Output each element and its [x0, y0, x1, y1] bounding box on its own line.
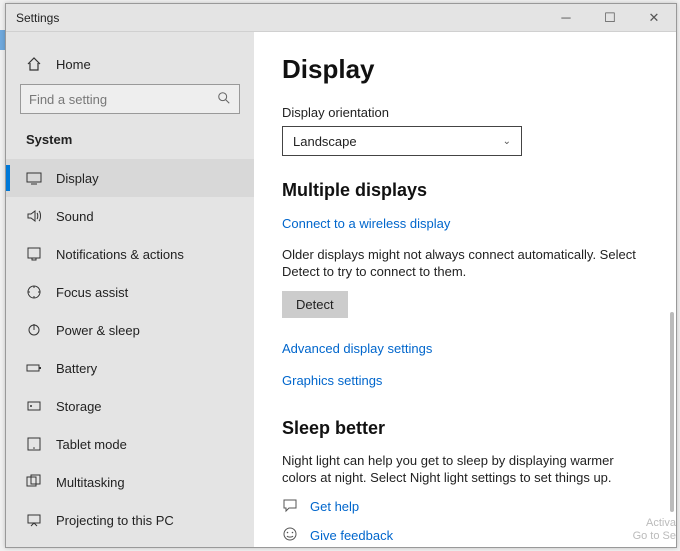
sleep-better-heading: Sleep better [282, 418, 648, 439]
older-displays-text: Older displays might not always connect … [282, 247, 642, 281]
search-icon [217, 91, 231, 108]
get-help-link[interactable]: Get help [282, 497, 648, 516]
nav-label: Display [56, 171, 99, 186]
scrollbar[interactable] [670, 312, 674, 512]
nav-label: Notifications & actions [56, 247, 184, 262]
sidebar-item-notifications[interactable]: Notifications & actions [6, 235, 254, 273]
orientation-value: Landscape [293, 134, 357, 149]
sound-icon [26, 208, 42, 224]
detect-button[interactable]: Detect [282, 291, 348, 318]
maximize-button[interactable]: ☐ [588, 4, 632, 32]
chevron-down-icon: ⌄ [503, 136, 511, 147]
nav-label: Projecting to this PC [56, 513, 174, 528]
home-icon [26, 56, 42, 72]
home-button[interactable]: Home [6, 50, 254, 84]
notifications-icon [26, 246, 42, 262]
power-icon [26, 322, 42, 338]
nav-list: Display Sound Notifications & actions Fo… [6, 159, 254, 547]
sleep-better-text: Night light can help you get to sleep by… [282, 453, 642, 487]
window-title: Settings [16, 11, 59, 25]
orientation-label: Display orientation [282, 105, 648, 120]
close-button[interactable]: ✕ [632, 4, 676, 32]
help-icon [282, 497, 300, 516]
sidebar-item-multitasking[interactable]: Multitasking [6, 463, 254, 501]
sidebar-item-tablet[interactable]: Tablet mode [6, 425, 254, 463]
window-controls: ─ ☐ ✕ [544, 4, 676, 32]
sidebar-item-battery[interactable]: Battery [6, 349, 254, 387]
activation-watermark: Activa Go to Se [633, 517, 676, 543]
category-label: System [6, 126, 254, 159]
search-box[interactable] [20, 84, 240, 114]
feedback-icon [282, 526, 300, 545]
nav-label: Focus assist [56, 285, 128, 300]
connect-wireless-link[interactable]: Connect to a wireless display [282, 216, 450, 231]
display-icon [26, 170, 42, 186]
help-label: Get help [310, 499, 359, 514]
feedback-label: Give feedback [310, 528, 393, 543]
storage-icon [26, 398, 42, 414]
search-input[interactable] [29, 92, 217, 107]
sidebar-item-storage[interactable]: Storage [6, 387, 254, 425]
focus-icon [26, 284, 42, 300]
tablet-icon [26, 436, 42, 452]
window-body: Home System Display Sound [6, 32, 676, 547]
nav-label: Battery [56, 361, 97, 376]
sidebar-item-power[interactable]: Power & sleep [6, 311, 254, 349]
give-feedback-link[interactable]: Give feedback [282, 526, 648, 545]
sidebar-item-sound[interactable]: Sound [6, 197, 254, 235]
advanced-display-link[interactable]: Advanced display settings [282, 341, 432, 356]
sidebar-item-focus-assist[interactable]: Focus assist [6, 273, 254, 311]
multitasking-icon [26, 474, 42, 490]
home-label: Home [56, 57, 91, 72]
projecting-icon [26, 512, 42, 528]
sidebar: Home System Display Sound [6, 32, 254, 547]
battery-icon [26, 360, 42, 376]
orientation-select[interactable]: Landscape ⌄ [282, 126, 522, 156]
graphics-settings-link[interactable]: Graphics settings [282, 373, 382, 388]
nav-label: Tablet mode [56, 437, 127, 452]
nav-label: Multitasking [56, 475, 125, 490]
sidebar-item-display[interactable]: Display [6, 159, 254, 197]
multiple-displays-heading: Multiple displays [282, 180, 648, 201]
minimize-button[interactable]: ─ [544, 4, 588, 32]
content-area: Display Display orientation Landscape ⌄ … [254, 32, 676, 547]
nav-label: Storage [56, 399, 102, 414]
nav-label: Sound [56, 209, 94, 224]
sidebar-item-projecting[interactable]: Projecting to this PC [6, 501, 254, 539]
settings-window: Settings ─ ☐ ✕ Home System [5, 3, 677, 548]
nav-label: Power & sleep [56, 323, 140, 338]
titlebar[interactable]: Settings ─ ☐ ✕ [6, 4, 676, 32]
page-title: Display [282, 54, 648, 85]
